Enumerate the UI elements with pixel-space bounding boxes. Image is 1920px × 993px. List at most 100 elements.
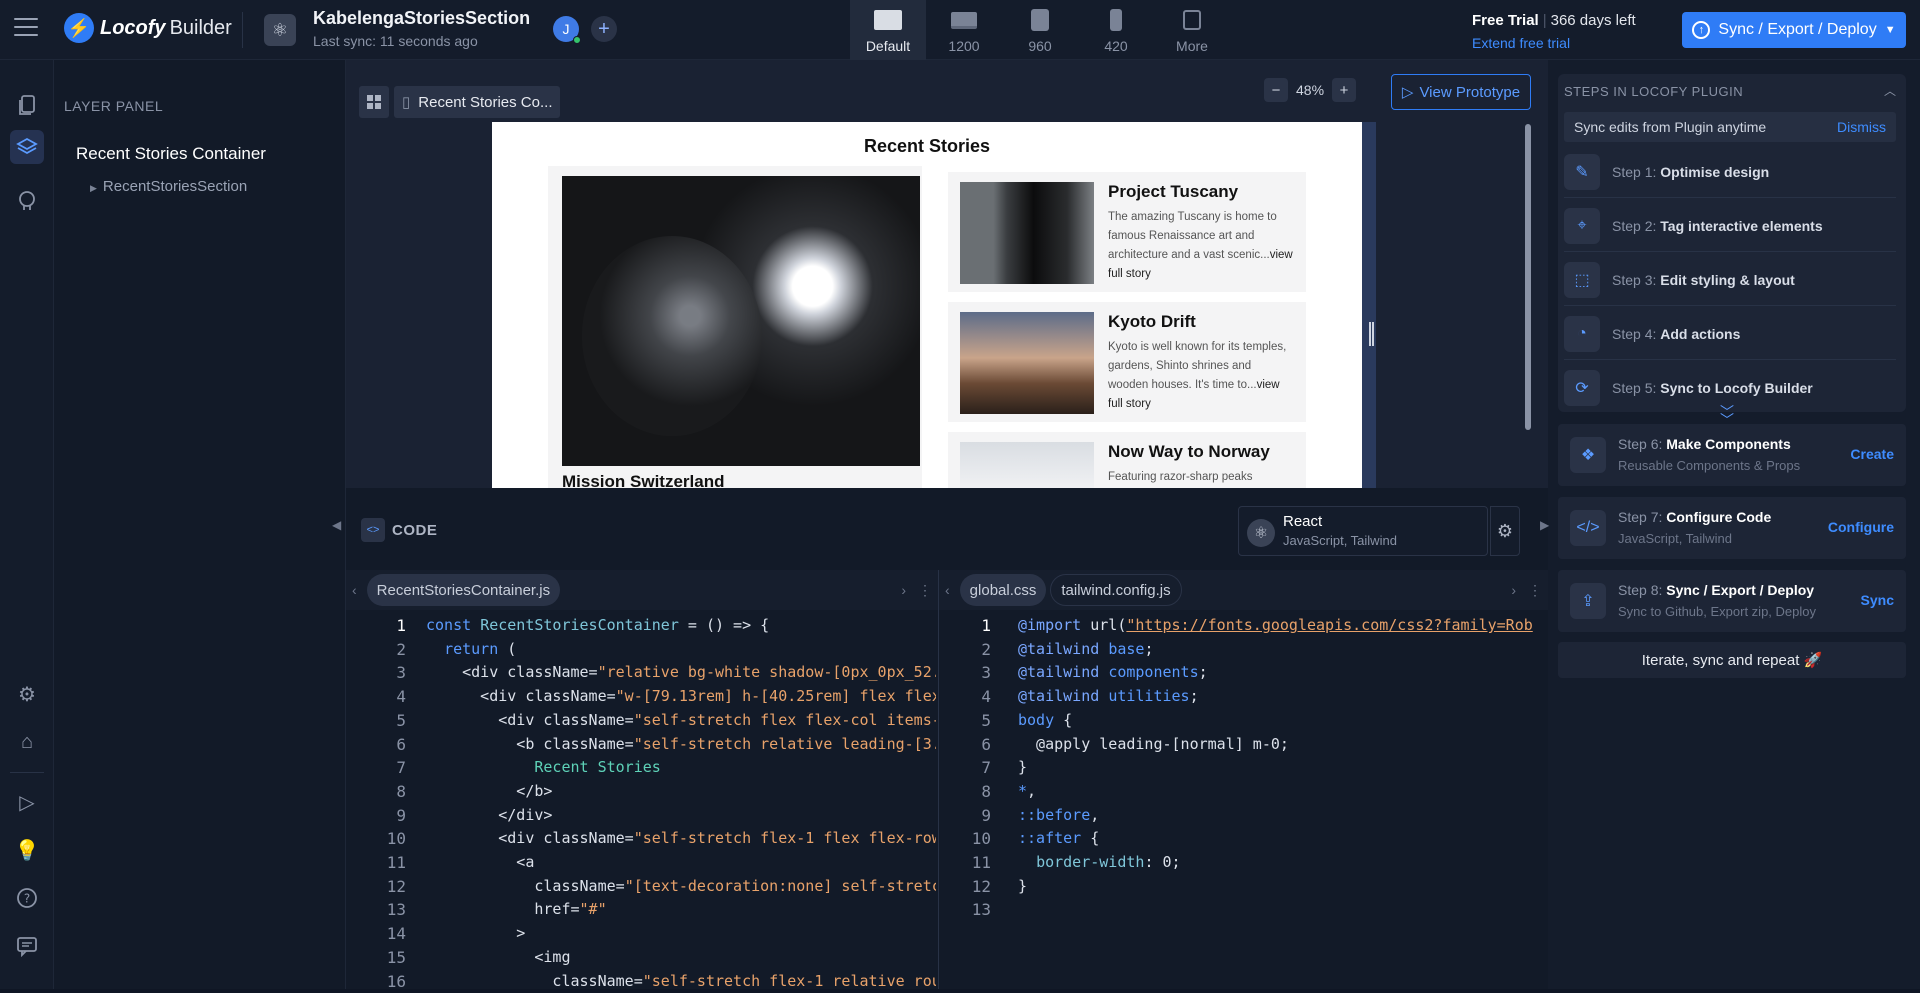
tablet-icon: [1031, 9, 1049, 31]
left-line-numbers: 1 2 3 4 5 6 7 8 9 10 11 12 13 14 15 16: [386, 616, 406, 991]
layers-icon[interactable]: [10, 130, 44, 164]
code-icon: <>: [361, 518, 385, 542]
step-1[interactable]: ✎ Step 1: Optimise design: [1564, 146, 1896, 198]
chat-icon[interactable]: [13, 932, 41, 960]
home-icon[interactable]: ⌂: [13, 728, 41, 756]
story-card[interactable]: Project Tuscany The amazing Tuscany is h…: [948, 172, 1306, 292]
page-tab[interactable]: ▯ Recent Stories Co...: [394, 86, 560, 118]
project-title: KabelengaStoriesSection: [313, 8, 531, 28]
add-collaborator-button[interactable]: +: [591, 16, 617, 42]
zoom-level: 48%: [1296, 82, 1325, 98]
top-bar: ⚡ Locofy Builder ⚛ KabelengaStoriesSectio…: [0, 0, 1920, 60]
online-indicator: [573, 36, 581, 44]
layer-root-item[interactable]: Recent Stories Container: [76, 144, 266, 164]
step-6-card[interactable]: ❖ Step 6: Make Components Reusable Compo…: [1558, 424, 1906, 486]
device-1200[interactable]: 1200: [926, 0, 1002, 60]
play-icon: ▷: [1401, 84, 1414, 101]
more-options-icon[interactable]: ⋮: [1522, 582, 1548, 599]
featured-story-image: [562, 176, 920, 466]
file-tab-recentstoriescontainer[interactable]: RecentStoriesContainer.js: [366, 574, 561, 606]
right-line-numbers: 1 2 3 4 5 6 7 8 9 10 11 12 13: [971, 616, 991, 920]
github-icon[interactable]: [13, 186, 41, 214]
canvas-scrollbar[interactable]: [1525, 124, 1531, 430]
story-image: [960, 442, 1094, 488]
chevron-right-icon[interactable]: ›: [1505, 582, 1522, 598]
export-icon: ⇪: [1570, 583, 1606, 619]
layer-panel: LAYER PANEL Recent Stories Container ▶ Re…: [54, 60, 346, 989]
framework-selector[interactable]: ⚛ React JavaScript, Tailwind: [1238, 506, 1488, 556]
featured-story-card[interactable]: Mission Switzerland: [548, 166, 922, 488]
device-default[interactable]: Default: [850, 0, 926, 60]
file-tab-tailwind-config[interactable]: tailwind.config.js: [1050, 574, 1182, 606]
collapse-left-panel-icon[interactable]: ◀: [332, 518, 341, 532]
locofy-logo[interactable]: ⚡ Locofy Builder: [64, 13, 232, 43]
device-420[interactable]: 420: [1078, 0, 1154, 60]
more-devices-icon: [1183, 10, 1201, 30]
zoom-in-icon[interactable]: +: [1332, 78, 1357, 102]
story-title: Kyoto Drift: [1108, 312, 1196, 331]
logo-suffix: Builder: [169, 16, 232, 39]
pages-icon[interactable]: [13, 92, 41, 120]
canvas-area: ▯ Recent Stories Co... − 48% + ▷ View Pr…: [346, 60, 1548, 501]
story-card[interactable]: Now Way to Norway Featuring razor-sharp …: [948, 432, 1306, 488]
right-file-tabs: ‹ global.css tailwind.config.js › ⋮: [939, 570, 1548, 610]
sync-export-deploy-button[interactable]: ↑ Sync / Export / Deploy ▼: [1682, 12, 1906, 48]
play-icon[interactable]: ▷: [13, 788, 41, 816]
extend-trial-link[interactable]: Extend free trial: [1472, 35, 1570, 51]
chevron-up-icon[interactable]: ︿: [1884, 82, 1896, 99]
caret-right-icon[interactable]: ▶: [90, 183, 97, 193]
step-2[interactable]: ⌖ Step 2: Tag interactive elements: [1564, 200, 1896, 252]
double-chevron-down-icon: ﹀ ﹀: [1720, 404, 1734, 428]
phone-icon: [1110, 9, 1122, 31]
code-settings-gear-icon[interactable]: ⚙: [1490, 506, 1520, 556]
divider: [10, 772, 44, 773]
sync-button[interactable]: Sync: [1861, 592, 1894, 608]
right-code-editor[interactable]: @import url("https://fonts.googleapis.co…: [1018, 614, 1546, 898]
layer-child-item[interactable]: ▶ RecentStoriesSection: [90, 178, 247, 195]
create-button[interactable]: Create: [1850, 446, 1894, 462]
menu-icon[interactable]: [14, 18, 38, 36]
code-title: CODE: [392, 522, 438, 539]
lightbulb-icon[interactable]: 💡: [13, 836, 41, 864]
settings-gear-icon[interactable]: ⚙: [13, 680, 41, 708]
configure-icon: </>: [1570, 510, 1606, 546]
frame-resize-edge[interactable]: [1362, 122, 1376, 488]
zoom-out-icon[interactable]: −: [1264, 78, 1288, 102]
left-code-editor[interactable]: const RecentStoriesContainer = () => { r…: [426, 614, 936, 993]
step-7-card[interactable]: </> Step 7: Configure Code JavaScript, T…: [1558, 497, 1906, 559]
file-tab-global-css[interactable]: global.css: [959, 574, 1047, 606]
resize-handle[interactable]: [1369, 322, 1374, 346]
file-icon: ▯: [402, 94, 411, 111]
story-text: Featuring razor-sharp peaks: [1108, 471, 1253, 483]
story-text: The amazing Tuscany is home to famous Re…: [1108, 211, 1293, 280]
story-image: [960, 312, 1094, 414]
caret-down-icon: ▼: [1884, 24, 1896, 36]
chevron-left-icon[interactable]: ‹: [939, 582, 956, 598]
collapse-right-panel-icon[interactable]: ▶: [1540, 518, 1549, 532]
iterate-banner: Iterate, sync and repeat 🚀: [1558, 642, 1906, 678]
featured-story-caption: Mission Switzerland: [562, 472, 725, 488]
chevron-left-icon[interactable]: ‹: [346, 582, 363, 598]
step-8-card[interactable]: ⇪ Step 8: Sync / Export / Deploy Sync to…: [1558, 570, 1906, 632]
more-options-icon[interactable]: ⋮: [912, 582, 938, 599]
grid-view-icon[interactable]: [359, 86, 389, 118]
device-switcher: Default 1200 960 420 More: [850, 0, 1230, 60]
step-4[interactable]: ◔ Step 4: Add actions: [1564, 308, 1896, 360]
view-prototype-button[interactable]: ▷ View Prototype: [1391, 74, 1531, 110]
story-text: Kyoto is well known for its temples, gar…: [1108, 341, 1287, 410]
configure-button[interactable]: Configure: [1828, 519, 1894, 535]
user-avatar[interactable]: J: [553, 16, 581, 44]
story-card[interactable]: Kyoto Drift Kyoto is well known for its …: [948, 302, 1306, 422]
left-rail: ⚙ ⌂ ▷ 💡 ?: [0, 60, 54, 989]
chevron-right-icon[interactable]: ›: [895, 582, 912, 598]
device-960[interactable]: 960: [1002, 0, 1078, 60]
design-preview-frame[interactable]: Recent Stories Mission Switzerland Proje…: [492, 122, 1362, 488]
optimise-icon: ✎: [1564, 153, 1600, 190]
device-more[interactable]: More: [1154, 0, 1230, 60]
divider: [242, 12, 243, 48]
dismiss-link[interactable]: Dismiss: [1837, 119, 1886, 135]
logo-name: Locofy: [100, 16, 166, 39]
step-3[interactable]: ⬚ Step 3: Edit styling & layout: [1564, 254, 1896, 306]
help-icon[interactable]: ?: [13, 884, 41, 912]
desktop-icon: [874, 10, 902, 30]
